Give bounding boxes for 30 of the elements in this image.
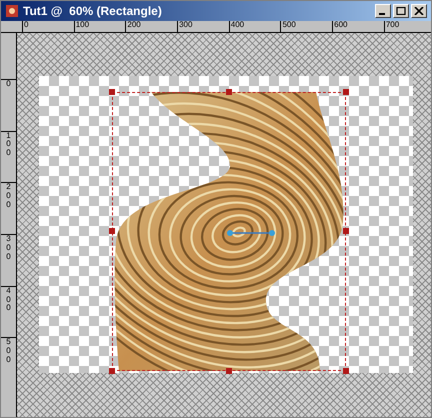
selection-handle[interactable] [226, 368, 232, 374]
selection-handle[interactable] [343, 368, 349, 374]
minimize-button[interactable] [375, 4, 391, 18]
close-button[interactable] [411, 4, 427, 18]
ruler-label: 0 [5, 80, 12, 90]
selection-handle[interactable] [343, 228, 349, 234]
ruler-label: 600 [333, 21, 348, 29]
ruler-label: 400 [230, 21, 246, 29]
selection-handle[interactable] [109, 368, 115, 374]
ruler-label: 200 [5, 183, 12, 211]
ruler-label: 100 [74, 21, 90, 29]
selection-handle[interactable] [109, 228, 115, 234]
selection-handle[interactable] [109, 89, 115, 95]
rotation-handle[interactable] [226, 229, 276, 237]
ruler-label: 500 [281, 21, 297, 29]
window-title: Tut1 @ 60% (Rectangle) [23, 3, 162, 20]
ruler-label: 300 [178, 21, 194, 29]
maximize-icon [396, 7, 406, 15]
ruler-label: 500 [5, 338, 12, 366]
ruler-label: 100 [5, 132, 12, 160]
ruler-label: 700 [384, 21, 400, 29]
ruler-label: 300 [5, 235, 12, 263]
selection-handle[interactable] [343, 89, 349, 95]
app-icon [5, 4, 19, 18]
maximize-button[interactable] [393, 4, 409, 18]
ruler-label: 200 [126, 21, 142, 29]
selection-handle[interactable] [226, 89, 232, 95]
close-icon [414, 7, 424, 15]
ruler-label: 400 [5, 286, 12, 314]
ruler-label: 0 [23, 21, 30, 29]
